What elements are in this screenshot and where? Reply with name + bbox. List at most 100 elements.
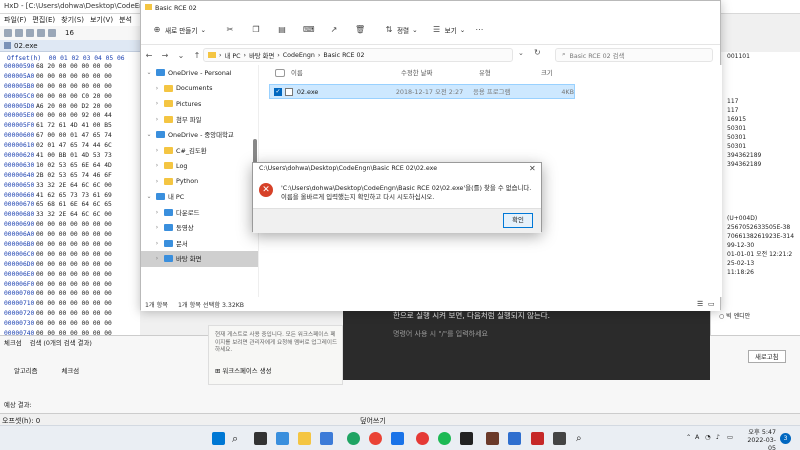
delete-icon[interactable]: 🗑 bbox=[355, 25, 365, 35]
hex-row[interactable]: 00000720 00 00 00 00 00 00 00 bbox=[0, 309, 140, 319]
hex-bytes[interactable]: 00 00 00 00 00 00 00 bbox=[36, 290, 112, 297]
chevron-right-icon[interactable]: › bbox=[153, 178, 161, 185]
app-l-icon[interactable] bbox=[391, 432, 404, 445]
wifi-icon[interactable]: ◔ bbox=[705, 434, 711, 442]
hex-row[interactable]: 000006C0 00 00 00 00 00 00 00 bbox=[0, 250, 140, 260]
bug-icon[interactable] bbox=[486, 432, 499, 445]
hex-row[interactable]: 000006D0 00 00 00 00 00 00 00 bbox=[0, 260, 140, 270]
col-type[interactable]: 유형 bbox=[479, 68, 541, 77]
save-icon[interactable] bbox=[26, 29, 34, 37]
breadcrumb-item[interactable]: Basic RCE 02 bbox=[323, 52, 364, 59]
battery-icon[interactable]: ▭ bbox=[727, 434, 733, 442]
hex-bytes[interactable]: 00 00 00 00 00 00 00 bbox=[36, 281, 112, 288]
menu-view[interactable]: 보기(V) bbox=[90, 15, 113, 25]
close-icon[interactable]: ✕ bbox=[529, 164, 536, 173]
hex-bytes[interactable]: 33 32 2E 64 6C 6C 00 bbox=[36, 182, 112, 189]
hex-bytes[interactable]: 00 00 00 00 00 00 00 bbox=[36, 241, 112, 248]
copy-icon[interactable]: ❐ bbox=[251, 25, 261, 35]
chevron-down-icon[interactable]: ⌄ bbox=[145, 131, 153, 138]
hex-bytes[interactable]: 61 72 61 4D 41 00 B5 bbox=[36, 122, 112, 129]
checkbox-checked-icon[interactable]: ✓ bbox=[274, 87, 282, 96]
notion-icon[interactable] bbox=[460, 432, 473, 445]
open-file-icon[interactable] bbox=[15, 29, 23, 37]
hex-row[interactable]: 00000730 00 00 00 00 00 00 00 bbox=[0, 319, 140, 329]
nav-item[interactable]: › C#_김도환 bbox=[141, 143, 258, 159]
language-indicator[interactable]: A bbox=[695, 434, 699, 442]
chrome-icon[interactable] bbox=[369, 432, 382, 445]
chevron-up-icon[interactable]: ⌃ bbox=[686, 434, 691, 442]
chevron-right-icon[interactable]: › bbox=[153, 100, 161, 107]
hex-bytes[interactable]: 2B 02 53 65 74 46 6F bbox=[36, 172, 112, 179]
refresh-button[interactable]: 새로고침 bbox=[748, 350, 786, 363]
col-name[interactable]: 이름 bbox=[291, 68, 401, 77]
hex-row[interactable]: 000005E0 00 00 00 00 92 00 44 bbox=[0, 111, 140, 121]
hex-bytes[interactable]: 00 00 00 00 00 00 00 bbox=[36, 261, 112, 268]
hex-bytes[interactable]: 00 00 00 00 00 00 00 bbox=[36, 251, 112, 258]
nav-item[interactable]: ⌄ 내 PC bbox=[141, 189, 258, 205]
media-icon[interactable] bbox=[416, 432, 429, 445]
hex-row[interactable]: 00000600 67 00 00 01 47 65 74 bbox=[0, 131, 140, 141]
address-bar[interactable]: › 내 PC › 바탕 화면 › CodeEngn › Basic RCE 02 bbox=[203, 48, 513, 62]
file-row[interactable]: ✓ 02.exe 2018-12-17 오전 2:27 응용 프로그램 4KB bbox=[269, 84, 575, 99]
search-input[interactable]: ⌕ Basic RCE 02 검색 bbox=[555, 48, 713, 62]
rename-icon[interactable]: ⌨ bbox=[303, 25, 315, 35]
volume-icon[interactable]: ♪ bbox=[716, 434, 720, 442]
hex-bytes[interactable]: 00 00 00 00 00 00 00 bbox=[36, 231, 112, 238]
clock[interactable]: 오후 5:47 2022-03-05 bbox=[740, 429, 776, 450]
nav-item[interactable]: › Log bbox=[141, 158, 258, 174]
back-icon[interactable]: ← bbox=[141, 51, 157, 60]
chevron-right-icon[interactable]: › bbox=[153, 162, 161, 169]
breadcrumb-item[interactable]: 바탕 화면 bbox=[249, 51, 274, 60]
chevron-down-icon[interactable]: ⌄ bbox=[145, 193, 153, 200]
nav-item[interactable]: ⌄ OneDrive - 중앙대학교 bbox=[141, 127, 258, 143]
hex-row[interactable]: 00000700 00 00 00 00 00 00 00 bbox=[0, 289, 140, 299]
hex-row[interactable]: 00000620 41 00 BB 01 4D 53 73 bbox=[0, 151, 140, 161]
hex-row[interactable]: 000006B0 00 00 00 00 00 00 00 bbox=[0, 240, 140, 250]
tiles-view-icon[interactable]: ▭ bbox=[708, 300, 715, 308]
store-icon[interactable] bbox=[320, 432, 333, 445]
details-view-icon[interactable]: ☰ bbox=[697, 300, 703, 308]
refresh-icon[interactable]: ↻ bbox=[534, 48, 541, 57]
file-explorer-icon[interactable] bbox=[298, 432, 311, 445]
notification-badge[interactable]: 3 bbox=[780, 433, 791, 444]
hex-bytes[interactable]: 33 32 2E 64 6C 6C 00 bbox=[36, 211, 112, 218]
hex-bytes[interactable]: 10 02 53 65 6E 64 4D bbox=[36, 162, 112, 169]
hex-bytes[interactable]: 00 00 00 00 00 00 00 bbox=[36, 221, 112, 228]
new-button[interactable]: ⊕ 새로 만들기 ⌄ bbox=[147, 22, 211, 38]
hex-row[interactable]: 000005C0 00 00 00 00 C0 20 00 bbox=[0, 92, 140, 102]
hex-bytes[interactable]: 67 00 00 01 47 65 74 bbox=[36, 132, 112, 139]
chevron-right-icon[interactable]: › bbox=[153, 147, 161, 154]
hex-bytes[interactable]: 00 00 00 00 00 00 00 bbox=[36, 73, 112, 80]
select-all-checkbox[interactable] bbox=[275, 68, 285, 77]
hxd-file-tab[interactable]: 02.exe bbox=[0, 40, 140, 52]
bytes-per-row-value[interactable]: 16 bbox=[65, 29, 74, 37]
create-workspace-button[interactable]: ⊞ 워크스페이스 생성 bbox=[215, 366, 271, 375]
endian-option[interactable]: ○ 빅 엔디안 bbox=[711, 312, 750, 321]
debugger-icon[interactable] bbox=[531, 432, 544, 445]
nav-item[interactable]: › Pictures bbox=[141, 96, 258, 112]
hex-row[interactable]: 00000590 68 20 00 00 00 00 00 bbox=[0, 62, 140, 72]
hex-row[interactable]: 00000630 10 02 53 65 6E 64 4D bbox=[0, 161, 140, 171]
nav-item[interactable]: › 다운로드 bbox=[141, 205, 258, 221]
nav-item[interactable]: ⌄ OneDrive - Personal bbox=[141, 65, 258, 81]
edge-icon[interactable] bbox=[347, 432, 360, 445]
hex-row[interactable]: 00000670 65 68 61 6E 64 6C 65 bbox=[0, 200, 140, 210]
chevron-right-icon[interactable]: › bbox=[153, 224, 161, 231]
widgets-icon[interactable] bbox=[276, 432, 289, 445]
hex-bytes[interactable]: 41 00 BB 01 4D 53 73 bbox=[36, 152, 112, 159]
chevron-right-icon[interactable]: › bbox=[153, 240, 161, 247]
hex-row[interactable]: 00000690 00 00 00 00 00 00 00 bbox=[0, 220, 140, 230]
tab-checksum[interactable]: 체크섬 bbox=[4, 338, 22, 347]
nav-item[interactable]: › Documents bbox=[141, 81, 258, 97]
hex-bytes[interactable]: 68 20 00 00 00 00 00 bbox=[36, 63, 112, 70]
share-icon[interactable]: ↗ bbox=[329, 25, 339, 35]
nav-item[interactable]: › 문서 bbox=[141, 236, 258, 252]
menu-file[interactable]: 파일(F) bbox=[4, 15, 26, 25]
nav-item[interactable]: › 첨부 파일 bbox=[141, 112, 258, 128]
hex-row[interactable]: 00000650 33 32 2E 64 6C 6C 00 bbox=[0, 181, 140, 191]
columns-icon[interactable] bbox=[48, 29, 56, 37]
new-file-icon[interactable] bbox=[4, 29, 12, 37]
hex-bytes[interactable]: 00 00 00 00 00 00 00 bbox=[36, 310, 112, 317]
hex-row[interactable]: 000006F0 00 00 00 00 00 00 00 bbox=[0, 280, 140, 290]
menu-search[interactable]: 찾기(S) bbox=[61, 15, 84, 25]
